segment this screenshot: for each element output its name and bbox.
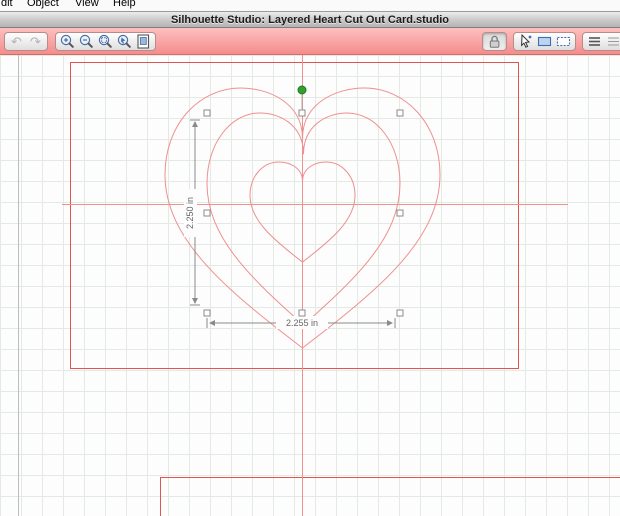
menu-item-edit[interactable]: dit <box>1 0 13 9</box>
undo-icon: ↶ <box>11 34 22 49</box>
crosshair-horizontal <box>62 204 568 205</box>
zoom-drag-icon <box>117 34 131 48</box>
page-boundary <box>70 62 519 369</box>
redo-icon: ↷ <box>30 34 41 49</box>
undo-button[interactable]: ↶ <box>8 33 25 50</box>
lock-icon <box>489 35 500 48</box>
zoom-selection-icon <box>98 34 112 48</box>
zoom-drag-button[interactable] <box>116 33 133 50</box>
page-boundary-secondary <box>160 477 620 516</box>
zoom-in-button[interactable] <box>59 33 76 50</box>
app-window: dit Object View Help Silhouette Studio: … <box>0 0 620 516</box>
menu-bar: dit Object View Help <box>0 0 620 11</box>
fill-page-button[interactable] <box>536 33 553 50</box>
line-weight-icon <box>608 37 619 46</box>
select-tool-button[interactable] <box>517 33 534 50</box>
menu-item-object[interactable]: Object <box>27 0 59 9</box>
window-title: Silhouette Studio: Layered Heart Cut Out… <box>170 13 450 26</box>
redo-button[interactable]: ↷ <box>27 33 44 50</box>
canvas-left-guide <box>18 55 19 516</box>
menu-item-view[interactable]: View <box>75 0 99 9</box>
line-weight-button[interactable] <box>605 33 620 50</box>
fill-page-icon <box>537 36 552 47</box>
zoom-out-button[interactable] <box>78 33 95 50</box>
lock-button[interactable] <box>486 33 503 50</box>
line-style-icon <box>589 37 600 46</box>
line-style-group <box>582 32 620 51</box>
lock-group <box>482 32 507 51</box>
zoom-in-icon <box>60 34 74 48</box>
title-bar[interactable]: Silhouette Studio: Layered Heart Cut Out… <box>0 11 620 28</box>
page-setup-icon <box>556 36 571 47</box>
fit-page-button[interactable] <box>135 33 152 50</box>
menu-item-help[interactable]: Help <box>113 0 136 9</box>
select-tool-icon <box>521 33 532 48</box>
undo-redo-group: ↶ ↷ <box>4 32 48 51</box>
view-tools-group <box>513 32 576 51</box>
zoom-out-icon <box>79 34 93 48</box>
crosshair-vertical <box>302 55 303 516</box>
page-setup-button[interactable] <box>555 33 572 50</box>
fit-page-icon <box>137 34 150 49</box>
toolbar: ↶ ↷ <box>0 28 620 55</box>
zoom-tools-group <box>55 32 156 51</box>
line-style-button[interactable] <box>586 33 603 50</box>
zoom-selection-button[interactable] <box>97 33 114 50</box>
canvas[interactable]: 2.250 in 2.255 in <box>0 55 620 516</box>
